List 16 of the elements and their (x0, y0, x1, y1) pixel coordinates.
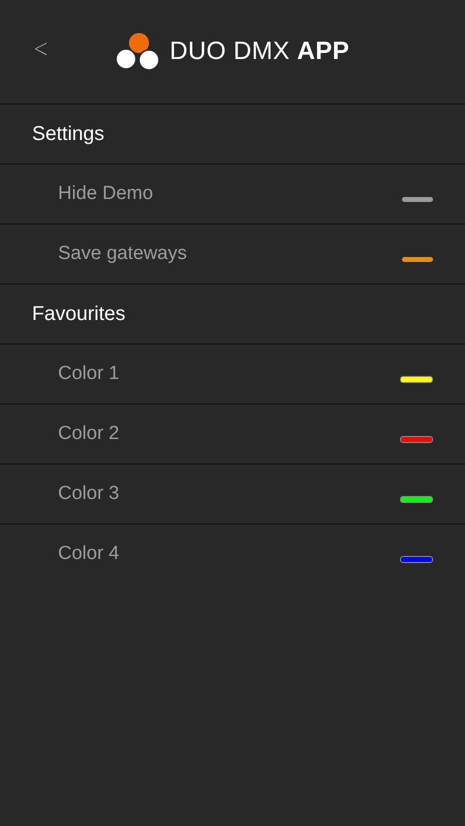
favourite-label: Color 1 (58, 363, 120, 385)
color-swatch[interactable] (400, 376, 433, 382)
color-swatch[interactable] (400, 496, 433, 502)
color-swatch[interactable] (400, 436, 433, 442)
section-title: Settings (32, 122, 104, 146)
color-swatch[interactable] (400, 556, 433, 562)
favourite-label: Color 4 (58, 543, 120, 565)
toggle-switch[interactable] (402, 196, 433, 202)
favourite-label: Color 2 (58, 423, 120, 445)
favourite-label: Color 3 (58, 483, 120, 505)
section-title: Favourites (32, 302, 126, 326)
setting-label: Save gateways (58, 243, 187, 265)
app-title: DUO DMX APP (170, 37, 350, 66)
back-button[interactable]: < (33, 36, 49, 62)
setting-label: Hide Demo (58, 183, 154, 205)
toggle-switch[interactable] (402, 256, 433, 262)
